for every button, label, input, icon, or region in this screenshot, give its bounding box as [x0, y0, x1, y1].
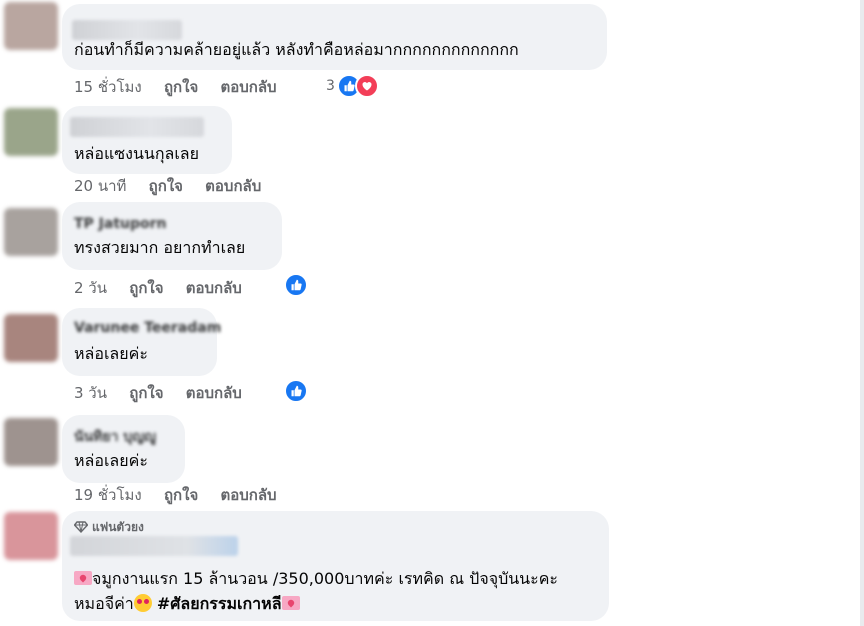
- commenter-name-blurred[interactable]: [72, 20, 182, 40]
- like-link[interactable]: ถูกใจ: [129, 277, 163, 299]
- comment-bubble: นันทิยา บุญญู หล่อเลยค่ะ: [62, 415, 185, 483]
- comment-actions: 19 ชั่วโมง ถูกใจ ตอบกลับ: [74, 484, 294, 506]
- avatar[interactable]: [4, 314, 58, 362]
- commenter-name-blurred[interactable]: [70, 117, 204, 137]
- reply-link[interactable]: ตอบกลับ: [186, 382, 242, 404]
- comment-bubble: TP Jatuporn ทรงสวยมาก อยากทำเลย: [62, 202, 282, 270]
- commenter-name[interactable]: TP Jatuporn: [74, 212, 167, 236]
- comment-actions: 20 นาที ถูกใจ ตอบกลับ: [74, 175, 278, 197]
- heart-eyes-icon: [133, 594, 152, 612]
- comment-text: ทรงสวยมาก อยากทำเลย: [74, 238, 246, 257]
- like-icon: [284, 379, 308, 403]
- badge-label: แฟนตัวยง: [92, 519, 144, 534]
- avatar[interactable]: [4, 418, 58, 466]
- like-icon: [284, 273, 308, 297]
- comment-bubble: หล่อแซงนนกุลเลย: [62, 106, 232, 174]
- heart-icon: [354, 74, 379, 98]
- reaction-summary[interactable]: [284, 379, 308, 403]
- comment-time[interactable]: 19 ชั่วโมง: [74, 484, 142, 506]
- commenter-name[interactable]: นันทิยา บุญญู: [74, 425, 156, 449]
- avatar[interactable]: [4, 512, 58, 560]
- comment-text: หล่อแซงนนกุลเลย: [74, 144, 199, 163]
- comment-text: ก่อนทำก็มีความคล้ายอยู่แล้ว หลังทำคือหล่…: [74, 40, 519, 59]
- reaction-count: 3: [326, 78, 335, 94]
- comment-text: หล่อเลยค่ะ: [74, 451, 148, 470]
- avatar[interactable]: [4, 2, 58, 50]
- comment-time[interactable]: 2 วัน: [74, 277, 107, 299]
- like-link[interactable]: ถูกใจ: [164, 484, 198, 506]
- like-link[interactable]: ถูกใจ: [129, 382, 163, 404]
- diamond-icon: [74, 521, 88, 533]
- reply-link[interactable]: ตอบกลับ: [220, 76, 276, 98]
- top-fan-badge: แฟนตัวยง: [74, 517, 144, 537]
- like-link[interactable]: ถูกใจ: [149, 175, 183, 197]
- reaction-summary[interactable]: [284, 273, 308, 297]
- comment-time[interactable]: 15 ชั่วโมง: [74, 76, 142, 98]
- love-letter-icon: [281, 596, 300, 610]
- comment-bubble: ก่อนทำก็มีความคล้ายอยู่แล้ว หลังทำคือหล่…: [62, 4, 607, 70]
- comment-text-line-2: หมอจีค่า #ศัลยกรรมเกาหลี: [74, 592, 300, 616]
- comment-time[interactable]: 20 นาที: [74, 175, 126, 197]
- comment-bubble: แฟนตัวยง จมูกงานแรก 15 ล้านวอน /350,000บ…: [62, 511, 609, 621]
- comment-actions: 15 ชั่วโมง ถูกใจ ตอบกลับ: [74, 76, 294, 98]
- avatar[interactable]: [4, 208, 58, 256]
- comment-bubble: Varunee Teeradam หล่อเลยค่ะ: [62, 308, 221, 376]
- comment-text-line-1: จมูกงานแรก 15 ล้านวอน /350,000บาทค่ะ เรท…: [74, 567, 558, 591]
- reply-link[interactable]: ตอบกลับ: [186, 277, 242, 299]
- comment-text: หล่อเลยค่ะ: [74, 344, 148, 363]
- commenter-name[interactable]: Varunee Teeradam: [74, 316, 221, 340]
- reply-link[interactable]: ตอบกลับ: [220, 484, 276, 506]
- commenter-name-blurred[interactable]: [70, 536, 238, 556]
- reply-link[interactable]: ตอบกลับ: [205, 175, 261, 197]
- comment-time[interactable]: 3 วัน: [74, 382, 107, 404]
- hashtag-link[interactable]: #ศัลยกรรมเกาหลี: [157, 594, 282, 613]
- love-letter-icon: [74, 571, 92, 585]
- scrollbar-edge: [860, 0, 864, 626]
- like-link[interactable]: ถูกใจ: [164, 76, 198, 98]
- comment-actions: 2 วัน ถูกใจ ตอบกลับ: [74, 277, 259, 299]
- reaction-summary[interactable]: 3: [326, 74, 379, 98]
- avatar[interactable]: [4, 108, 58, 156]
- comment-actions: 3 วัน ถูกใจ ตอบกลับ: [74, 382, 259, 404]
